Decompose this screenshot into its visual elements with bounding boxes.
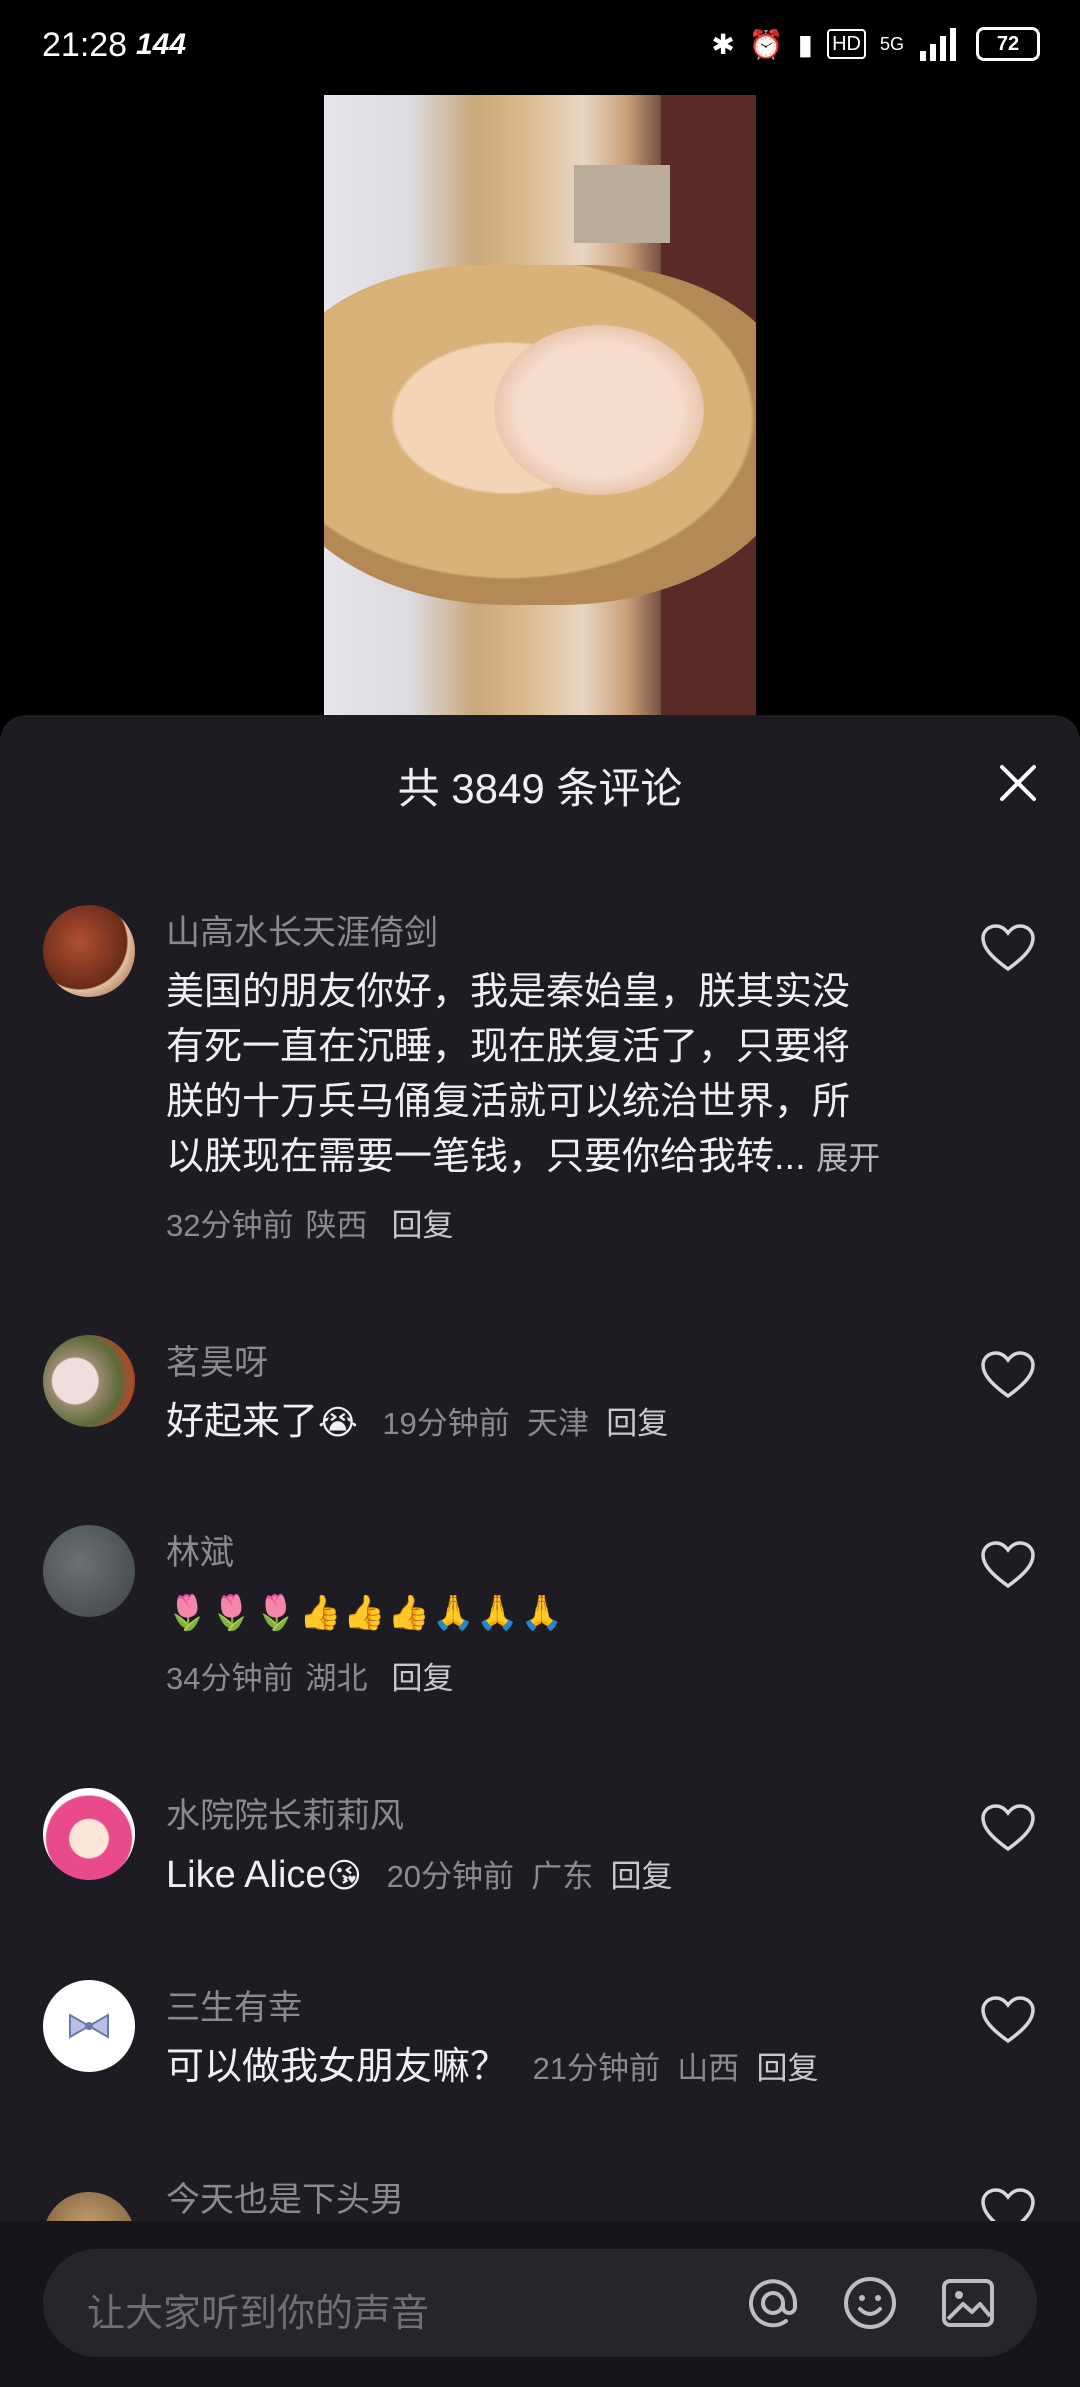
avatar[interactable] [43, 2192, 135, 2222]
comment-username[interactable]: 林斌 [166, 1525, 234, 1574]
comment-text: 🌷🌷🌷👍👍👍🙏🙏🙏 [166, 1585, 926, 1641]
battery-indicator: 72 [976, 27, 1040, 61]
comment-time: 20分钟前 [386, 1859, 515, 1894]
mention-button[interactable] [743, 2273, 803, 2333]
alarm-icon: ⏰ [748, 28, 784, 60]
heart-icon[interactable] [980, 1350, 1036, 1400]
comment-location: 陕西 [305, 1208, 368, 1243]
status-bar: 21:28 144 ✱ ⏰ ▮ HD 5G 72 [0, 0, 1080, 95]
comment-text-line: 有死一直在沉睡，现在朕复活了，只要将 [166, 1026, 851, 1068]
reply-button[interactable]: 回复 [606, 1406, 668, 1441]
comment-location: 广东 [531, 1859, 594, 1894]
avatar[interactable] [43, 905, 135, 997]
comment-input-bar: 让大家听到你的声音 [0, 2221, 1080, 2387]
comment-input[interactable]: 让大家听到你的声音 [43, 2249, 1037, 2357]
avatar[interactable] [43, 1788, 135, 1880]
comment-username[interactable]: 水院院长莉莉风 [166, 1788, 404, 1837]
comment-text-line: 美国的朋友你好，我是秦始皇，朕其实没 [166, 971, 851, 1013]
comment-time: 21分钟前 [532, 2051, 661, 2086]
image-button[interactable] [938, 2273, 998, 2333]
emoji: 😘 [326, 1857, 362, 1895]
bow-icon [69, 2013, 109, 2039]
heart-icon[interactable] [980, 1540, 1036, 1590]
hd-icon: HD [827, 29, 866, 59]
comment-count-title: 共 3849 条评论 [397, 765, 683, 812]
video-bg-picture [574, 165, 670, 243]
avatar[interactable] [43, 1525, 135, 1617]
at-icon [749, 2279, 797, 2328]
emoji: 😭 [318, 1404, 358, 1442]
comment-text-line: 朕的十万兵马俑复活就可以统治世界，所 [166, 1081, 851, 1123]
comment-time: 32分钟前 [166, 1208, 294, 1243]
status-icons: ✱ ⏰ ▮ HD 5G 72 [711, 24, 1040, 64]
comment-text-line: 以朕现在需要一笔钱，只要你给我转... 展开 [166, 1136, 881, 1178]
reply-button[interactable]: 回复 [757, 2051, 819, 2086]
comment-username[interactable]: 今天也是下头男 [166, 2172, 404, 2221]
comment-item: 茗昊呀 好起来了😭 19分钟前 天津 回复 [0, 1335, 1080, 1455]
comment-text: 可以做我女朋友嘛？ 21分钟前 山西 回复 [166, 2046, 819, 2088]
comment-panel: 共 3849 条评论 山高水长天涯倚剑 美国的朋友你好，我是秦始皇，朕其实没 有… [0, 715, 1080, 2387]
comment-item: 水院院长莉莉风 Like Alice😘 20分钟前 广东 回复 [0, 1788, 1080, 1908]
avatar[interactable] [43, 1980, 135, 2072]
heart-icon[interactable] [980, 1995, 1036, 2045]
smiley-icon [844, 2277, 896, 2329]
video-thumbnail[interactable] [324, 95, 756, 715]
close-button[interactable] [990, 755, 1046, 811]
comment-meta: 20分钟前 广东 回复 [387, 1859, 673, 1894]
emoji-row: 🌷🌷🌷👍👍👍🙏🙏🙏 [166, 1594, 566, 1632]
comment-item: 三生有幸 可以做我女朋友嘛？ 21分钟前 山西 回复 [0, 1980, 1080, 2100]
comment-item: 林斌 🌷🌷🌷👍👍👍🙏🙏🙏 34分钟前 湖北 回复 [0, 1525, 1080, 1705]
close-icon [1000, 765, 1036, 801]
signal-icon [918, 24, 962, 64]
comment-meta: 21分钟前 山西 回复 [533, 2051, 819, 2086]
comment-time: 34分钟前 [166, 1661, 294, 1696]
comment-location: 湖北 [305, 1661, 368, 1696]
reply-button[interactable]: 回复 [611, 1859, 673, 1894]
network-icon: 5G [879, 33, 904, 54]
image-icon [942, 2279, 994, 2327]
reply-button[interactable]: 回复 [391, 1661, 453, 1696]
avatar[interactable] [43, 1335, 135, 1427]
comment-meta: 34分钟前 湖北 回复 [166, 1653, 465, 1698]
emoji-button[interactable] [840, 2273, 900, 2333]
heart-icon[interactable] [980, 923, 1036, 973]
reply-button[interactable]: 回复 [391, 1208, 453, 1243]
bluetooth-icon: ✱ [711, 28, 735, 60]
heart-icon[interactable] [980, 1803, 1036, 1853]
status-time: 21:28 [42, 26, 128, 64]
comment-username[interactable]: 山高水长天涯倚剑 [166, 905, 438, 954]
comment-username[interactable]: 三生有幸 [166, 1980, 302, 2029]
comment-location: 山西 [677, 2051, 740, 2086]
comment-time: 19分钟前 [382, 1406, 510, 1441]
comment-username[interactable]: 茗昊呀 [166, 1335, 268, 1384]
comment-item: 山高水长天涯倚剑 美国的朋友你好，我是秦始皇，朕其实没 有死一直在沉睡，现在朕复… [0, 905, 1080, 1243]
expand-link[interactable]: 展开 [816, 1140, 880, 1176]
comment-text: 好起来了😭 19分钟前 天津 回复 [166, 1395, 926, 1451]
comment-text: 美国的朋友你好，我是秦始皇，朕其实没 有死一直在沉睡，现在朕复活了，只要将 朕的… [166, 965, 926, 1186]
refresh-rate: 144 [136, 28, 187, 61]
comment-location: 天津 [527, 1406, 590, 1441]
heart-icon[interactable] [980, 2187, 1036, 2222]
video-subject-face [494, 325, 704, 495]
comment-meta: 19分钟前 天津 回复 [382, 1406, 668, 1441]
comment-input-placeholder: 让大家听到你的声音 [87, 2293, 430, 2335]
comment-meta: 32分钟前 陕西 回复 [166, 1200, 465, 1245]
comment-text: Like Alice😘 20分钟前 广东 回复 [166, 1848, 926, 1904]
vibrate-icon: ▮ [797, 28, 814, 60]
comment-item: 今天也是下头男 [0, 2172, 1080, 2222]
